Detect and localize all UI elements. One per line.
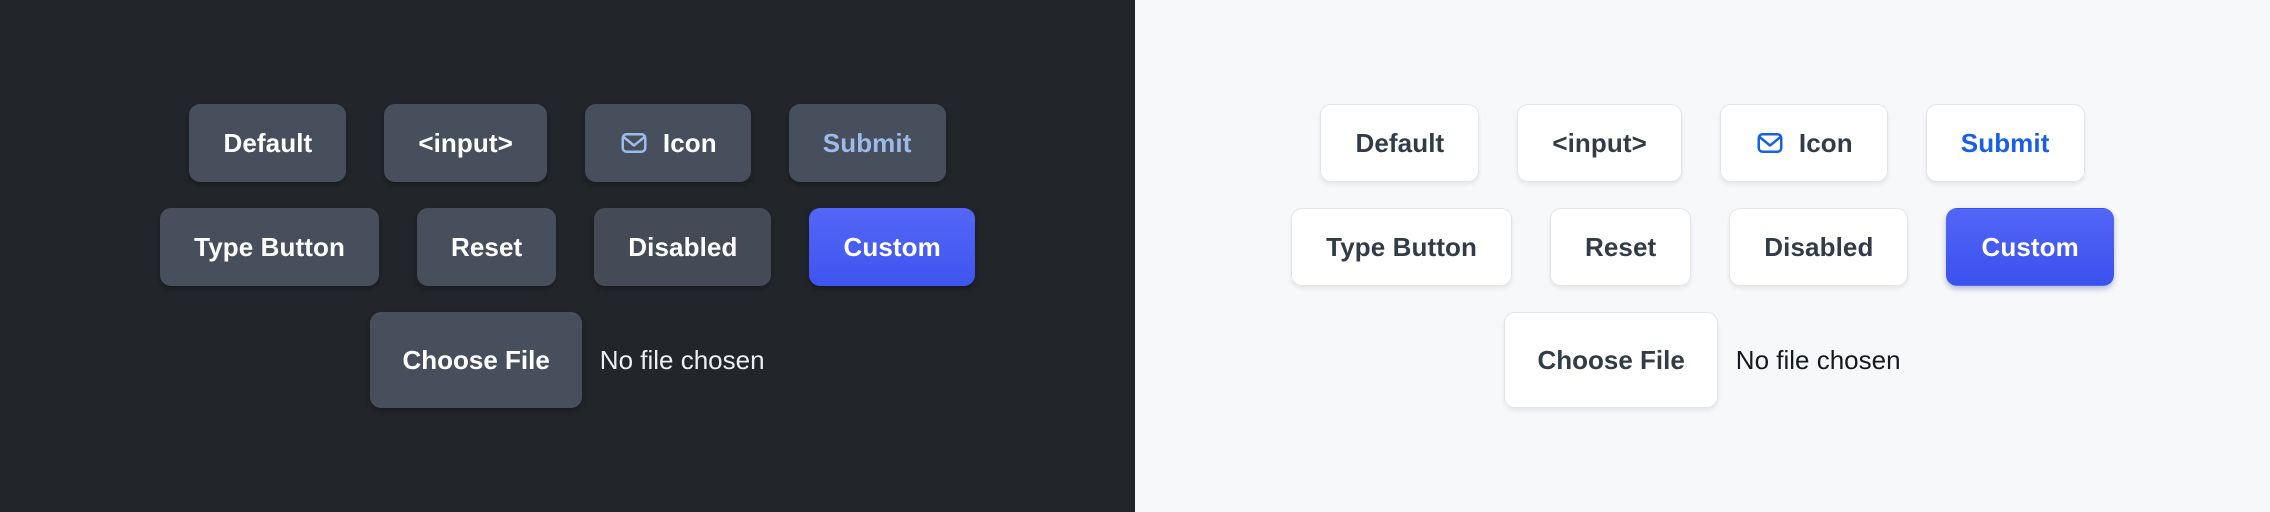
button-label: <input>	[1552, 128, 1647, 158]
button-label: Icon	[1798, 128, 1853, 158]
light-button-stack: Default <input> Icon Submit Type Button …	[1135, 0, 2270, 512]
dark-button-row-2: Type Button Reset Disabled Custom	[160, 208, 975, 286]
button-label: Choose File	[1537, 344, 1685, 375]
button-label: Custom	[1981, 232, 2079, 262]
button-label: Submit	[1960, 128, 2050, 158]
button-disabled-light: Disabled	[1729, 208, 1909, 286]
button-custom-light[interactable]: Custom	[1946, 208, 2114, 286]
button-label: Reset	[1584, 232, 1657, 262]
file-input-light[interactable]: Choose File No file chosen	[1504, 312, 1901, 408]
button-label: Custom	[843, 232, 941, 262]
button-label: <input>	[418, 128, 513, 158]
button-submit-light[interactable]: Submit	[1925, 104, 2085, 182]
button-type-button-light[interactable]: Type Button	[1291, 208, 1512, 286]
button-label: Default	[223, 128, 313, 158]
button-default-light[interactable]: Default	[1320, 104, 1480, 182]
choose-file-button-light[interactable]: Choose File	[1504, 312, 1718, 408]
button-default-dark[interactable]: Default	[189, 104, 347, 182]
button-label: Disabled	[628, 232, 738, 262]
light-file-row: Choose File No file chosen	[1504, 312, 1901, 408]
light-button-row-1: Default <input> Icon Submit	[1320, 104, 2085, 182]
dark-button-stack: Default <input> Icon Submit Type Button …	[0, 0, 1135, 512]
button-label: Choose File	[402, 344, 550, 375]
button-label: Reset	[450, 232, 523, 262]
dark-button-row-1: Default <input> Icon Submit	[189, 104, 946, 182]
dark-theme-panel: Default <input> Icon Submit Type Button …	[0, 0, 1135, 512]
button-label: Submit	[822, 128, 912, 158]
button-input-light[interactable]: <input>	[1517, 104, 1682, 182]
light-button-row-2: Type Button Reset Disabled Custom	[1291, 208, 2114, 286]
button-label: Icon	[662, 128, 717, 158]
file-status-text-light: No file chosen	[1735, 344, 1901, 375]
button-reset-dark[interactable]: Reset	[416, 208, 557, 286]
button-custom-dark[interactable]: Custom	[809, 208, 975, 286]
button-input-dark[interactable]: <input>	[384, 104, 547, 182]
dark-file-row: Choose File No file chosen	[370, 312, 765, 408]
button-icon-light[interactable]: Icon	[1719, 104, 1888, 182]
button-icon-dark[interactable]: Icon	[584, 104, 751, 182]
envelope-icon	[1755, 128, 1785, 158]
button-submit-dark[interactable]: Submit	[788, 104, 946, 182]
button-label: Type Button	[1326, 232, 1477, 262]
light-theme-panel: Default <input> Icon Submit Type Button …	[1135, 0, 2270, 512]
envelope-icon	[619, 128, 649, 158]
choose-file-button-dark[interactable]: Choose File	[370, 312, 582, 408]
button-label: Type Button	[194, 232, 345, 262]
button-label: Default	[1355, 128, 1445, 158]
button-disabled-dark: Disabled	[594, 208, 772, 286]
button-reset-light[interactable]: Reset	[1549, 208, 1692, 286]
button-type-button-dark[interactable]: Type Button	[160, 208, 379, 286]
file-status-text-dark: No file chosen	[599, 344, 765, 375]
button-label: Disabled	[1764, 232, 1874, 262]
file-input-dark[interactable]: Choose File No file chosen	[370, 312, 765, 408]
